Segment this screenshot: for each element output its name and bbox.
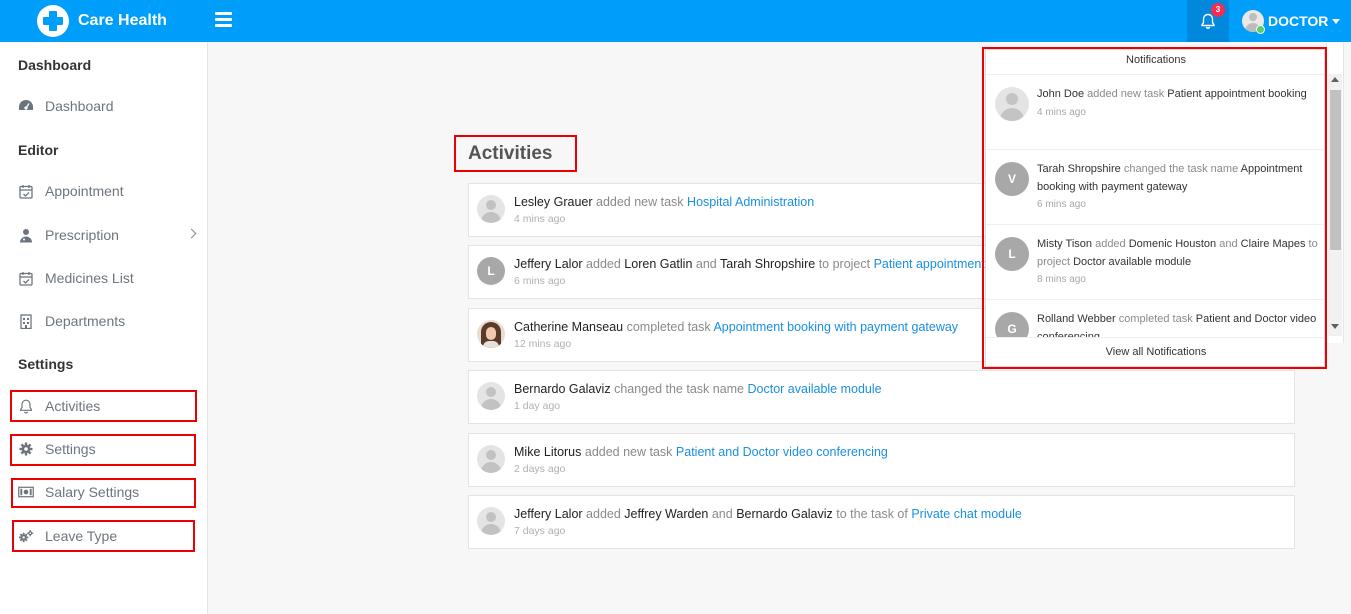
sidebar-item-prescription[interactable]: Prescription (18, 223, 198, 247)
notification-item[interactable]: V Tarah Shropshire changed the task name… (986, 150, 1324, 225)
sidebar-item-activities[interactable]: Activities (18, 394, 198, 418)
plus-logo-icon (37, 5, 69, 37)
activity-actor-link[interactable]: Lesley Grauer (514, 195, 593, 209)
notifications-header: Notifications (986, 50, 1324, 75)
avatar (477, 382, 505, 410)
activity-person-link[interactable]: Tarah Shropshire (720, 257, 815, 271)
scroll-up-arrow-icon[interactable] (1331, 77, 1339, 82)
activity-task-link[interactable]: Hospital Administration (687, 195, 814, 209)
activity-task-link[interactable]: Doctor available module (748, 382, 882, 396)
sidebar-item-appointment[interactable]: Appointment (18, 179, 198, 203)
activity-actor-link[interactable]: Jeffery Lalor (514, 257, 583, 271)
notifications-dropdown: Notifications John Doe added new task Pa… (985, 49, 1325, 367)
activity-text: Lesley Grauer added new task Hospital Ad… (514, 195, 815, 209)
activity-actor-link[interactable]: Jeffery Lalor (514, 507, 583, 521)
user-role-label: DOCTOR (1268, 13, 1329, 29)
sidebar-item-label: Settings (45, 441, 96, 457)
sidebar-item-salary-settings[interactable]: Salary Settings (18, 480, 198, 504)
activity-time: 6 mins ago (514, 275, 566, 287)
activity-text: Jeffery Lalor added Jeffrey Warden and B… (514, 507, 1022, 521)
sidebar-item-label: Salary Settings (45, 484, 140, 500)
activity-time: 1 day ago (514, 400, 561, 412)
sidebar-item-label: Dashboard (45, 98, 114, 114)
avatar (477, 320, 505, 348)
notification-text: John Doe added new task Patient appointm… (1037, 88, 1307, 118)
activity-time: 12 mins ago (514, 338, 572, 350)
activity-time: 7 days ago (514, 525, 566, 537)
view-all-notifications-link[interactable]: View all Notifications (986, 337, 1324, 366)
sidebar-item-label: Appointment (45, 183, 124, 199)
activity-task-link[interactable]: Patient and Doctor video conferencing (676, 445, 888, 459)
activity-task-link[interactable]: Appointment booking with payment gateway (713, 320, 958, 334)
notifications-button[interactable]: 3 (1187, 0, 1229, 42)
activity-item: Mike Litorus added new task Patient and … (468, 433, 1295, 487)
scroll-down-arrow-icon[interactable] (1331, 324, 1339, 329)
notification-time: 6 mins ago (1037, 199, 1086, 210)
activity-text: Jeffery Lalor added Loren Gatlin and Tar… (514, 257, 1033, 271)
calendar-check-icon (18, 270, 34, 286)
user-md-icon (18, 227, 34, 243)
sidebar-section-settings: Settings (18, 356, 74, 372)
notification-time: 8 mins ago (1037, 274, 1086, 285)
avatar: V (995, 162, 1029, 196)
avatar (995, 87, 1029, 121)
money-icon (18, 484, 34, 500)
sidebar-item-dashboard[interactable]: Dashboard (18, 94, 198, 118)
notification-time: 4 mins ago (1037, 106, 1086, 118)
caret-down-icon (1332, 18, 1341, 24)
activity-item: Jeffery Lalor added Jeffrey Warden and B… (468, 495, 1295, 549)
avatar (477, 507, 505, 535)
sidebar-item-label: Medicines List (45, 270, 134, 286)
sidebar-section-dashboard: Dashboard (18, 57, 92, 73)
activity-actor-link[interactable]: Catherine Manseau (514, 320, 623, 334)
activity-actor-link[interactable]: Mike Litorus (514, 445, 581, 459)
notification-text: Misty Tison added Domenic Houston and Cl… (1037, 238, 1318, 285)
activity-person-link[interactable]: Bernardo Galaviz (736, 507, 833, 521)
brand-name: Care Health (78, 12, 167, 29)
avatar: L (995, 237, 1029, 271)
avatar: L (477, 257, 505, 285)
sidebar-item-settings[interactable]: Settings (18, 437, 198, 461)
notification-item[interactable]: John Doe added new task Patient appointm… (986, 75, 1324, 150)
activity-time: 2 days ago (514, 463, 566, 475)
gears-icon (18, 528, 34, 544)
sidebar-item-label: Departments (45, 313, 126, 329)
avatar (477, 195, 505, 223)
online-status-dot (1256, 25, 1265, 34)
sidebar-item-medicines-list[interactable]: Medicines List (18, 266, 198, 290)
sidebar-item-label: Leave Type (45, 528, 118, 544)
activity-person-link[interactable]: Loren Gatlin (624, 257, 692, 271)
activity-task-link[interactable]: Private chat module (911, 507, 1021, 521)
page-title: Activities (468, 143, 553, 164)
notification-item[interactable]: L Misty Tison added Domenic Houston and … (986, 225, 1324, 300)
hospital-icon (18, 313, 34, 329)
sidebar-item-departments[interactable]: Departments (18, 309, 198, 333)
notification-count-badge: 3 (1211, 3, 1225, 17)
sidebar-section-editor: Editor (18, 142, 59, 158)
activity-text: Bernardo Galaviz changed the task name D… (514, 382, 882, 396)
avatar (477, 445, 505, 473)
chevron-right-icon (186, 228, 197, 239)
bell-icon (18, 398, 34, 414)
sidebar-item-label: Activities (45, 398, 101, 414)
dashboard-icon (18, 98, 34, 114)
notification-text: Tarah Shropshire changed the task name A… (1037, 163, 1303, 210)
activity-actor-link[interactable]: Bernardo Galaviz (514, 382, 611, 396)
activity-time: 4 mins ago (514, 213, 566, 225)
activity-person-link[interactable]: Jeffrey Warden (624, 507, 708, 521)
activity-item: Bernardo Galaviz changed the task name D… (468, 370, 1295, 424)
calendar-check-icon (18, 183, 34, 199)
scrollbar-thumb[interactable] (1330, 90, 1341, 250)
gear-icon (18, 441, 34, 457)
hamburger-menu-icon[interactable] (215, 12, 233, 28)
sidebar-item-leave-type[interactable]: Leave Type (18, 524, 198, 548)
sidebar: Dashboard Dashboard Editor Appointment P… (0, 42, 208, 614)
activity-text: Catherine Manseau completed task Appoint… (514, 320, 959, 334)
activity-text: Mike Litorus added new task Patient and … (514, 445, 888, 459)
sidebar-item-label: Prescription (45, 227, 119, 243)
brand-logo-link[interactable]: Care Health (37, 5, 167, 37)
top-navbar: Care Health 3 DOCTOR (0, 0, 1351, 42)
